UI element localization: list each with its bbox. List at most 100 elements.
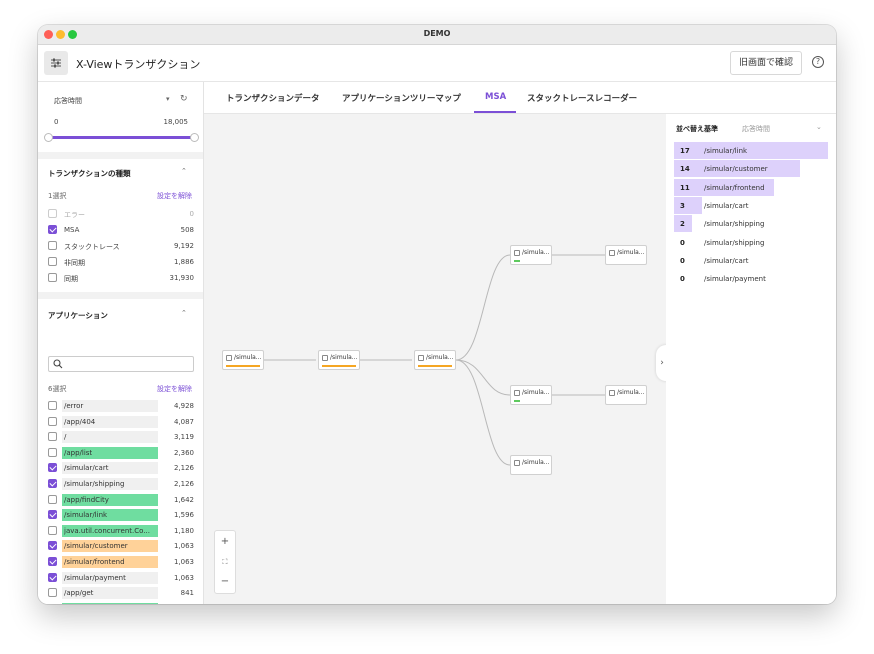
ranking-count: 17 xyxy=(680,147,690,155)
service-health-bar xyxy=(418,365,452,367)
chevron-up-icon[interactable]: ⌃ xyxy=(181,167,187,175)
app-checkbox[interactable] xyxy=(48,588,57,598)
service-node[interactable]: /simula... xyxy=(605,385,647,405)
chevron-up-icon[interactable]: ⌃ xyxy=(181,309,187,317)
app-checkbox[interactable] xyxy=(48,494,57,504)
app-count: 841 xyxy=(180,589,194,598)
app-checkbox[interactable] xyxy=(48,432,57,442)
app-label: /app/get xyxy=(64,589,94,598)
ranking-bar xyxy=(674,142,828,159)
type-checkbox[interactable] xyxy=(48,273,57,282)
apps-selected-count: 6選択 xyxy=(48,385,67,393)
window-title: DEMO xyxy=(423,29,451,38)
app-search-input[interactable] xyxy=(48,356,194,372)
chevron-down-icon[interactable]: ▾ xyxy=(166,95,170,103)
app-count: 1,063 xyxy=(173,573,194,582)
service-node[interactable]: /simula... xyxy=(222,350,264,370)
app-checkbox[interactable] xyxy=(48,401,57,410)
old-screen-button[interactable]: 旧画面で確認 xyxy=(730,51,802,75)
sort-label: 並べ替え基準 xyxy=(676,125,718,133)
service-node[interactable]: /simula... xyxy=(414,350,456,370)
zoom-controls: + ⛶ − xyxy=(214,530,236,594)
range-slider-max-handle[interactable] xyxy=(190,133,199,142)
service-icon xyxy=(418,355,424,361)
ranking-count: 0 xyxy=(680,256,685,265)
title-bar: DEMO xyxy=(38,25,836,45)
ranking-name[interactable]: /simular/cart xyxy=(704,257,748,265)
zoom-out-button[interactable]: − xyxy=(215,572,235,592)
service-node-label: /simula... xyxy=(617,249,645,256)
app-window: DEMO X-Viewトランザクション 旧画面で確認 ? 応答時間 ▾ ↻ 0 … xyxy=(38,25,836,604)
app-checkbox[interactable] xyxy=(48,541,57,551)
app-count: 1,063 xyxy=(173,542,194,551)
help-icon[interactable]: ? xyxy=(812,56,824,68)
app-checkbox[interactable] xyxy=(48,572,57,582)
app-label: /simular/cart xyxy=(64,464,109,473)
service-node[interactable]: /simula... xyxy=(510,245,552,265)
app-checkbox[interactable] xyxy=(48,557,57,566)
sort-select[interactable]: 応答時間 xyxy=(742,124,770,134)
apps-reset-link[interactable]: 設定を解除 xyxy=(157,384,192,394)
refresh-icon[interactable]: ↻ xyxy=(180,94,188,104)
service-node-label: /simula... xyxy=(426,354,454,361)
metric-select[interactable]: 応答時間 xyxy=(54,96,82,106)
app-checkbox[interactable] xyxy=(48,525,57,535)
type-label: スタックトレース xyxy=(64,243,120,251)
service-icon xyxy=(609,390,615,396)
service-health-bar xyxy=(226,365,260,367)
type-label: 非同期 xyxy=(64,259,85,267)
tab-bar: トランザクションデータ アプリケーションツリーマップ MSA スタックトレースレ… xyxy=(204,82,836,114)
service-health-bar xyxy=(322,365,356,367)
tab-application-treemap[interactable]: アプリケーションツリーマップ xyxy=(342,92,461,104)
app-checkbox[interactable] xyxy=(48,479,57,488)
fit-view-button[interactable]: ⛶ xyxy=(215,552,235,572)
app-count: 2,360 xyxy=(173,448,194,457)
app-count: 1,596 xyxy=(173,511,194,520)
app-label: java.util.concurrent.Co... xyxy=(64,526,150,535)
edge xyxy=(455,254,511,361)
ranking-name[interactable]: /simular/cart xyxy=(704,202,748,210)
ranking-name[interactable]: /simular/shipping xyxy=(704,220,764,228)
page-title: X-Viewトランザクション xyxy=(76,58,201,71)
app-count: 4,928 xyxy=(173,402,194,410)
active-tab-indicator xyxy=(474,111,516,113)
range-max: 18,005 xyxy=(163,118,189,126)
service-node[interactable]: /simula... xyxy=(318,350,360,370)
chevron-down-icon[interactable]: ⌄ xyxy=(816,123,822,131)
app-checkbox[interactable] xyxy=(48,447,57,457)
type-checkbox[interactable] xyxy=(48,241,57,250)
service-node-label: /simula... xyxy=(522,249,550,256)
ranking-name[interactable]: /simular/payment xyxy=(704,275,766,283)
service-node[interactable]: /simula... xyxy=(510,455,552,475)
type-label: MSA xyxy=(64,226,80,234)
divider xyxy=(38,292,203,299)
app-count: 1,642 xyxy=(173,495,194,504)
tab-stacktrace-recorder[interactable]: スタックトレースレコーダー xyxy=(527,92,637,104)
range-slider-min-handle[interactable] xyxy=(44,133,53,142)
filter-menu-button[interactable] xyxy=(44,51,68,75)
service-icon xyxy=(609,250,615,256)
app-checkbox[interactable] xyxy=(48,510,57,520)
service-node[interactable]: /simula... xyxy=(510,385,552,405)
tab-transaction-data[interactable]: トランザクションデータ xyxy=(226,92,320,104)
app-count: 2,126 xyxy=(173,464,194,473)
app-checkbox[interactable] xyxy=(48,416,57,426)
ranking-name[interactable]: /simular/customer xyxy=(704,165,768,173)
ranking-name[interactable]: /simular/shipping xyxy=(704,239,764,247)
type-checkbox[interactable] xyxy=(48,225,57,234)
types-reset-link[interactable]: 設定を解除 xyxy=(157,191,192,201)
service-node[interactable]: /simula... xyxy=(605,245,647,265)
app-count: 2,126 xyxy=(173,480,194,488)
ranking-panel: 並べ替え基準 応答時間 ⌄ 17/simular/link 14/simular/… xyxy=(666,114,836,604)
ranking-name[interactable]: /simular/link xyxy=(704,147,747,155)
zoom-in-button[interactable]: + xyxy=(215,532,235,552)
tab-msa[interactable]: MSA xyxy=(485,92,506,102)
type-checkbox[interactable] xyxy=(48,257,57,266)
app-label: /simular/frontend xyxy=(64,558,125,566)
main-content: トランザクションデータ アプリケーションツリーマップ MSA スタックトレースレ… xyxy=(204,82,836,604)
range-slider-track[interactable] xyxy=(48,136,194,139)
ranking-name[interactable]: /simular/frontend xyxy=(704,184,765,192)
app-checkbox[interactable] xyxy=(48,463,57,473)
service-icon xyxy=(514,460,520,466)
msa-graph-canvas[interactable]: /simula... /simula... /simula... /simula...… xyxy=(204,114,668,604)
